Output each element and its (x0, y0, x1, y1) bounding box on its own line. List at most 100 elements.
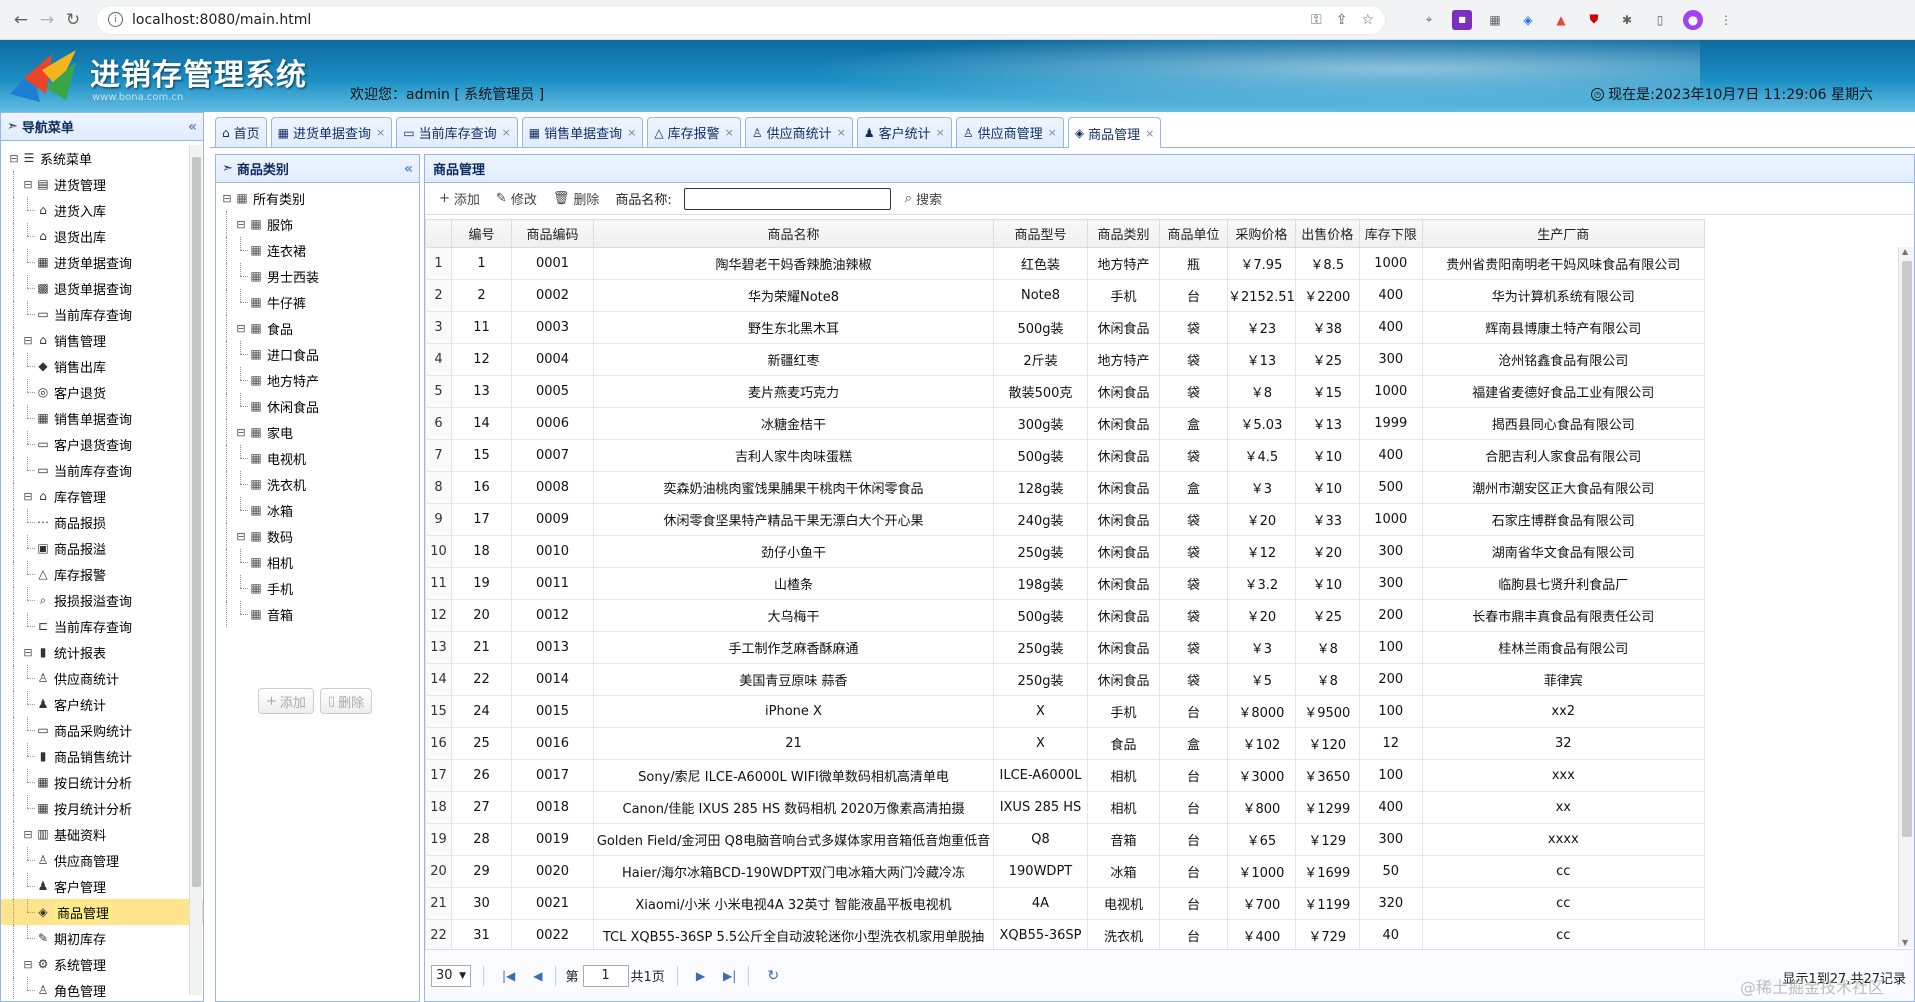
page-size-select[interactable]: 30 ▼ (431, 964, 471, 987)
category-item[interactable]: ▦ 电视机 (216, 445, 419, 471)
star-icon[interactable]: ☆ (1361, 12, 1374, 28)
table-row[interactable]: 8 16 0008 奕森奶油桃肉蜜饯果脯果干桃肉干休闲零食品 128g装 休闲食品盒 ￥3 ￥… (425, 471, 1705, 504)
nav-item[interactable]: ⌂ 退货出库 (1, 223, 203, 249)
expand-toggle-icon[interactable]: ⊟ (21, 646, 35, 659)
close-tab-icon[interactable]: × (936, 126, 945, 139)
url-text[interactable]: localhost:8080/main.html (132, 12, 311, 28)
edit-goods-button[interactable]: ✎ 修改 (488, 189, 545, 208)
tab-7[interactable]: ♟ 客户统计 × (856, 117, 952, 147)
address-bar[interactable]: i localhost:8080/main.html ⚿ ⇪ ☆ (96, 4, 1386, 35)
table-row[interactable]: 13 21 0013 手工制作芝麻香酥麻通 250g装 休闲食品袋 ￥3 ￥8 100 桂林兰雨食… (425, 631, 1705, 664)
close-tab-icon[interactable]: × (1048, 126, 1057, 139)
nav-item[interactable]: ▭ 当前库存查询 (1, 457, 203, 483)
close-tab-icon[interactable]: × (376, 126, 385, 139)
table-row[interactable]: 9 17 0009 休闲零食坚果特产精品干果无漂白大个开心果 240g装 休闲食品袋 ￥20… (425, 503, 1705, 536)
nav-item[interactable]: ▭ 当前库存查询 (1, 301, 203, 327)
page-number-input[interactable]: 1 (582, 964, 629, 987)
forward-icon[interactable]: → (34, 7, 60, 33)
nav-item[interactable]: ♙ 角色管理 (1, 977, 203, 999)
profile-avatar[interactable]: ● (1683, 9, 1703, 30)
back-icon[interactable]: ← (8, 7, 34, 33)
collapse-category-icon[interactable]: « (404, 161, 413, 177)
nav-item[interactable]: ⊟ ⚙ 系统管理 (1, 951, 203, 977)
nav-item[interactable]: ◆ 销售出库 (1, 353, 203, 379)
nav-item[interactable]: ⊟ ▤ 进货管理 (1, 171, 203, 197)
nav-item[interactable]: ⊟ ⌂ 销售管理 (1, 327, 203, 353)
nav-item[interactable]: ⊟ ⌂ 库存管理 (1, 483, 203, 509)
nav-item[interactable]: ⋯ 商品报损 (1, 509, 203, 535)
expand-toggle-icon[interactable]: ⊟ (234, 322, 248, 335)
search-button[interactable]: ⌕ 搜索 (897, 189, 950, 208)
table-row[interactable]: 15 24 0015 iPhone X X 手机台 ￥8000 ￥9500 100 xx2 (425, 695, 1705, 728)
table-row[interactable]: 19 28 0019 Golden Field/金河田 Q8电脑音响台式多媒体家用音箱… (425, 823, 1705, 856)
nav-item[interactable]: ♟ 客户统计 (1, 691, 203, 717)
column-header[interactable]: 商品型号 (993, 219, 1088, 248)
column-header[interactable]: 库存下限 (1358, 219, 1423, 248)
category-item[interactable]: ⊟ ▦ 食品 (216, 315, 419, 341)
table-row[interactable]: 4 12 0004 新疆红枣 2斤装 地方特产袋 ￥13 ￥25 300 沧州铭鑫食品有限公司 (425, 343, 1705, 376)
delete-category-button[interactable]: ▯ 删除 (319, 688, 373, 714)
column-header[interactable]: 商品单位 (1159, 219, 1228, 248)
nav-item[interactable]: ◎ 客户退货 (1, 379, 203, 405)
column-header[interactable]: 出售价格 (1294, 219, 1360, 248)
expand-toggle-icon[interactable]: ⊟ (234, 530, 248, 543)
nav-item[interactable]: ⌂ 进货入库 (1, 197, 203, 223)
expand-toggle-icon[interactable]: ⊟ (234, 426, 248, 439)
table-row[interactable]: 10 18 0010 劲仔小鱼干 250g装 休闲食品袋 ￥12 ￥20 300 湖南省华文食品有… (425, 535, 1705, 568)
category-item[interactable]: ▦ 音箱 (216, 601, 419, 627)
column-header[interactable]: 商品类别 (1087, 219, 1160, 248)
category-item[interactable]: ▦ 相机 (216, 549, 419, 575)
table-row[interactable]: 5 13 0005 麦片燕麦巧克力 散装500克 休闲食品袋 ￥8 ￥15 1000 福建省麦德好… (425, 375, 1705, 408)
expand-toggle-icon[interactable]: ⊟ (7, 152, 21, 165)
close-tab-icon[interactable]: × (1145, 127, 1154, 140)
table-row[interactable]: 17 26 0017 Sony/索尼 ILCE-A6000L WIFI微单数码相机高清… (425, 759, 1705, 792)
column-header[interactable]: 生产厂商 (1421, 219, 1705, 248)
category-item[interactable]: ▦ 进口食品 (216, 341, 419, 367)
expand-toggle-icon[interactable]: ⊟ (21, 490, 35, 503)
category-item[interactable]: ▦ 手机 (216, 575, 419, 601)
first-page-icon[interactable]: |◀ (502, 969, 515, 983)
nav-item[interactable]: ▦ 进货单据查询 (1, 249, 203, 275)
refresh-icon[interactable]: ↻ (767, 968, 779, 984)
tab-3[interactable]: ▭ 当前库存查询 × (396, 117, 518, 147)
table-row[interactable]: 1 1 0001 陶华碧老干妈香辣脆油辣椒 红色装 地方特产瓶 ￥7.95 ￥8.5 1000 贵… (425, 247, 1705, 280)
goods-name-input[interactable] (683, 187, 891, 210)
expand-toggle-icon[interactable]: ⊟ (21, 958, 35, 971)
grid-extension-icon[interactable]: ▦ (1485, 10, 1505, 30)
key-icon[interactable]: ⚿ (1311, 12, 1322, 28)
table-row[interactable]: 3 11 0003 野生东北黑木耳 500g装 休闲食品袋 ￥23 ￥38 400 辉南县博康土特… (425, 311, 1705, 344)
nav-item[interactable]: ▦ 按日统计分析 (1, 769, 203, 795)
table-row[interactable]: 16 25 0016 21 X 食品盒 ￥102 ￥120 12 32 (425, 727, 1705, 760)
nav-scrollbar[interactable] (189, 145, 202, 995)
info-icon[interactable]: i (108, 12, 123, 27)
category-item[interactable]: ▦ 休闲食品 (216, 393, 419, 419)
nav-item[interactable]: ⌕ 报损报溢查询 (1, 587, 203, 613)
tab-5[interactable]: △ 库存报警 × (647, 117, 741, 147)
table-row[interactable]: 20 29 0020 Haier/海尔冰箱BCD-190WDPT双门电冰箱大两门冷藏冷… (425, 855, 1705, 888)
expand-toggle-icon[interactable]: ⊟ (21, 178, 35, 191)
shield-extension-icon[interactable]: ⛊ (1584, 10, 1604, 30)
prev-page-icon[interactable]: ◀ (533, 969, 542, 983)
tab-6[interactable]: ♙ 供应商统计 × (744, 117, 853, 147)
category-item[interactable]: ▦ 男士西装 (216, 263, 419, 289)
category-item[interactable]: ▦ 冰箱 (216, 497, 419, 523)
column-header[interactable]: 商品编码 (511, 219, 594, 248)
tab-1[interactable]: ⌂ 首页 (215, 117, 267, 147)
close-tab-icon[interactable]: × (837, 126, 846, 139)
table-row[interactable]: 2 2 0002 华为荣耀Note8 Note8 手机台 ￥2152.51 ￥2200 400 华… (425, 279, 1705, 312)
nav-item[interactable]: ▭ 客户退货查询 (1, 431, 203, 457)
table-row[interactable]: 21 30 0021 Xiaomi/小米 小米电视4A 32英寸 智能液晶平板电视机 4… (425, 887, 1705, 920)
category-item[interactable]: ▦ 地方特产 (216, 367, 419, 393)
category-item[interactable]: ⊟ ▦ 服饰 (216, 211, 419, 237)
nav-item[interactable]: ✎ 期初库存 (1, 925, 203, 951)
collapse-nav-icon[interactable]: « (188, 119, 197, 135)
share-icon[interactable]: ⇪ (1336, 12, 1348, 28)
next-page-icon[interactable]: ▶ (696, 969, 705, 983)
close-tab-icon[interactable]: × (502, 126, 511, 139)
layers-extension-icon[interactable]: ◈ (1518, 10, 1538, 30)
reload-icon[interactable]: ↻ (60, 7, 86, 33)
add-category-button[interactable]: + 添加 (258, 688, 314, 714)
category-item[interactable]: ▦ 洗衣机 (216, 471, 419, 497)
nav-item[interactable]: ⊟ ▥ 基础资料 (1, 821, 203, 847)
table-row[interactable]: 6 14 0006 冰糖金桔干 300g装 休闲食品盒 ￥5.03 ￥13 1999 揭西县同心食… (425, 407, 1705, 440)
